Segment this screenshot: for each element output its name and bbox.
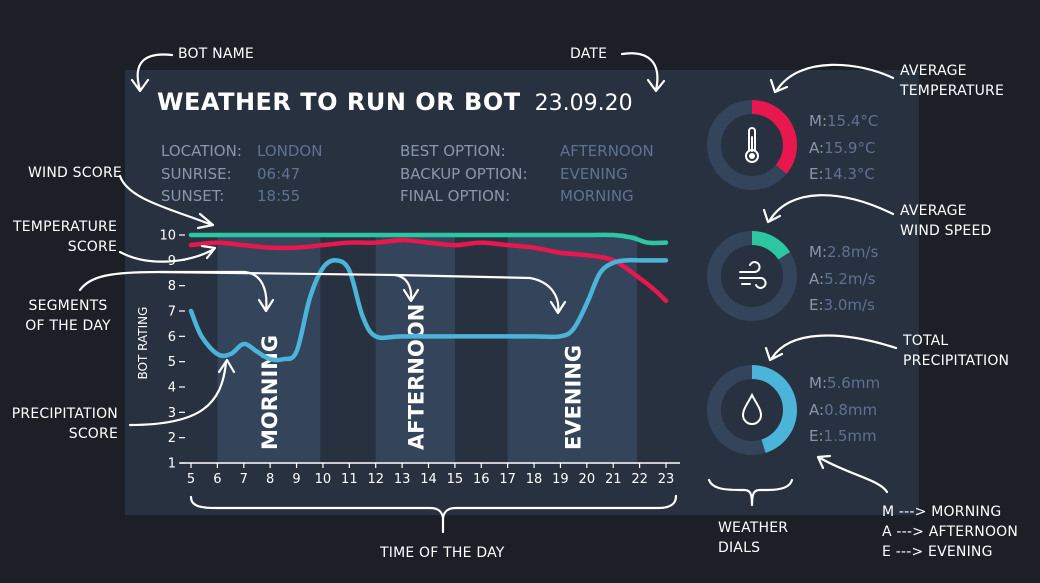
x-tick-label: 11 bbox=[341, 472, 358, 487]
y-tick-label: 8 bbox=[168, 279, 176, 294]
y-tick-label: 4 bbox=[168, 381, 176, 396]
y-tick-label: 1 bbox=[168, 457, 176, 472]
x-tick-label: 9 bbox=[292, 472, 300, 487]
y-axis-label: BOT RATING bbox=[136, 307, 150, 380]
segment-label-evening: EVENING bbox=[561, 345, 585, 450]
arrow-average-wind-speed bbox=[768, 194, 895, 222]
weather-dials bbox=[707, 100, 797, 455]
y-tick-label: 7 bbox=[168, 305, 176, 320]
dial-droplet bbox=[707, 365, 797, 455]
y-tick-label: 2 bbox=[168, 431, 176, 446]
x-tick-label: 16 bbox=[473, 472, 490, 487]
thermometer-icon bbox=[745, 127, 759, 163]
annotation-arrows bbox=[78, 52, 898, 534]
dial-wind bbox=[707, 231, 797, 321]
arrow-wind-score bbox=[118, 174, 214, 227]
wind-icon bbox=[739, 261, 767, 289]
arrow-average-temperature bbox=[775, 63, 895, 92]
x-tick-label: 12 bbox=[367, 472, 384, 487]
arrow-total-precipitation bbox=[770, 334, 898, 360]
x-tick-label: 8 bbox=[266, 472, 274, 487]
x-tick-label: 6 bbox=[213, 472, 221, 487]
x-tick-label: 14 bbox=[420, 472, 437, 487]
x-tick-label: 20 bbox=[579, 472, 596, 487]
y-tick-label: 5 bbox=[168, 355, 176, 370]
x-tick-label: 5 bbox=[187, 472, 195, 487]
x-tick-label: 7 bbox=[240, 472, 248, 487]
arrow-bot-name bbox=[136, 53, 174, 92]
arrow-legend bbox=[818, 456, 889, 494]
brace-weather-dials bbox=[707, 478, 794, 507]
y-tick-label: 10 bbox=[159, 229, 176, 244]
chart-svg: MORNING AFTERNOON EVENING 5 6 7 8 9 10 11 12 13 14 1… bbox=[78, 52, 898, 534]
dial-thermometer bbox=[707, 100, 797, 190]
brace-time-of-day bbox=[189, 494, 678, 520]
x-tick-label: 17 bbox=[499, 472, 516, 487]
x-tick-label: 10 bbox=[315, 472, 332, 487]
segment-label-afternoon: AFTERNOON bbox=[404, 304, 428, 450]
x-tick-label: 23 bbox=[658, 472, 675, 487]
x-tick-label: 15 bbox=[447, 472, 464, 487]
y-tick-label: 3 bbox=[168, 406, 176, 421]
x-tick-label: 19 bbox=[552, 472, 569, 487]
droplet-icon bbox=[741, 392, 763, 425]
x-tick-label: 21 bbox=[605, 472, 622, 487]
day-segments: MORNING AFTERNOON EVENING bbox=[217, 235, 637, 463]
x-tick-label: 22 bbox=[631, 472, 648, 487]
x-tick-label: 13 bbox=[394, 472, 411, 487]
y-tick-label: 6 bbox=[168, 330, 176, 345]
x-tick-label: 18 bbox=[526, 472, 543, 487]
